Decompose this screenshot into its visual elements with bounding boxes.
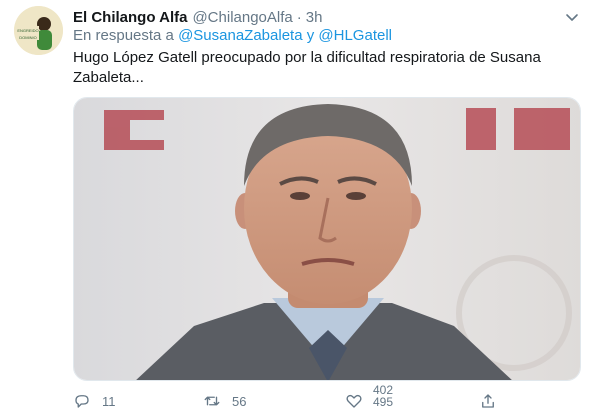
avatar-text-1: ENGREIDO bbox=[17, 28, 38, 33]
avatar-image: ENGREIDO DOMINIO bbox=[14, 6, 63, 55]
reply-count: 11 bbox=[102, 393, 116, 409]
tweet-actions: 11 56 402 495 bbox=[73, 384, 513, 414]
retweet-count: 56 bbox=[232, 393, 247, 409]
reply-button[interactable]: 11 bbox=[73, 392, 116, 410]
share-icon bbox=[482, 394, 494, 408]
tweet-text: Hugo López Gatell preocupado por la difi… bbox=[73, 49, 541, 86]
reply-prefix: En respuesta a bbox=[73, 27, 179, 44]
tweet-header: El Chilango Alfa @ChilangoAlfa · 3h bbox=[73, 7, 580, 27]
mention-link-1[interactable]: @SusanaZabaleta bbox=[178, 27, 302, 44]
like-button[interactable] bbox=[345, 392, 363, 410]
like-count-bottom: 495 bbox=[373, 395, 394, 409]
like-count-rolling: 402 495 bbox=[373, 384, 393, 408]
retweet-icon bbox=[204, 396, 220, 406]
reply-icon bbox=[75, 395, 89, 408]
retweet-button[interactable]: 56 bbox=[203, 392, 246, 410]
photo bbox=[74, 98, 580, 380]
share-button[interactable] bbox=[479, 392, 497, 410]
reply-joiner: y bbox=[302, 27, 319, 44]
display-name[interactable]: El Chilango Alfa bbox=[73, 9, 187, 26]
timestamp[interactable]: 3h bbox=[306, 9, 323, 26]
reply-context: En respuesta a @SusanaZabaleta y @HLGate… bbox=[73, 27, 392, 44]
tweet-media-photo[interactable] bbox=[73, 97, 581, 381]
separator-dot: · bbox=[296, 8, 302, 26]
heart-icon bbox=[346, 394, 362, 408]
avatar-text-2: DOMINIO bbox=[19, 35, 37, 40]
chevron-down-icon[interactable] bbox=[564, 9, 580, 25]
avatar[interactable]: ENGREIDO DOMINIO bbox=[14, 6, 63, 55]
user-handle[interactable]: @ChilangoAlfa bbox=[192, 9, 292, 26]
mention-link-2[interactable]: @HLGatell bbox=[318, 27, 392, 44]
